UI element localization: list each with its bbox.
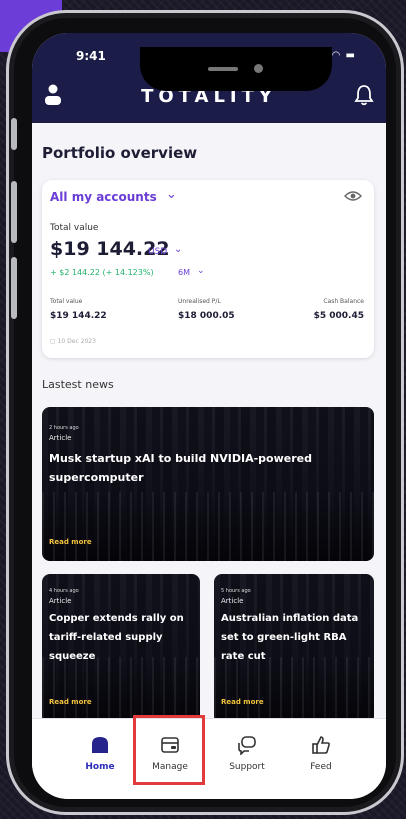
news-category: Article	[221, 597, 244, 605]
nav-label: Feed	[310, 762, 332, 772]
main-content: Portfolio overview All my accounts ⌄ Tot…	[32, 123, 386, 719]
nav-label: Home	[85, 762, 115, 772]
news-title: Lastest news	[42, 378, 114, 391]
wallet-icon	[161, 737, 179, 753]
news-headline: Copper extends rally on tariff-related s…	[49, 613, 184, 662]
portfolio-title: Portfolio overview	[42, 144, 198, 162]
portfolio-card: All my accounts ⌄ Total value $19 144.22…	[42, 180, 374, 358]
thumbs-up-icon	[312, 736, 330, 754]
chevron-down-icon[interactable]: ⌄	[174, 244, 182, 255]
chevron-down-icon[interactable]: ⌄	[197, 266, 205, 276]
side-button	[11, 181, 17, 243]
news-image	[42, 491, 374, 561]
currency-selector[interactable]: USD	[148, 247, 167, 257]
news-category: Article	[49, 597, 72, 605]
stat-label: Total value	[50, 298, 83, 305]
news-time: 4 hours ago	[49, 588, 79, 594]
chat-icon	[238, 736, 256, 755]
side-button	[11, 257, 17, 319]
side-button	[11, 118, 17, 150]
battery-icon: ▬	[345, 50, 356, 61]
news-headline: Australian inflation data set to green-l…	[221, 613, 359, 662]
nav-manage[interactable]: Manage	[135, 719, 205, 799]
card-date: ▢ 10 Dec 2023	[50, 338, 96, 345]
calendar-icon: ▢	[50, 338, 56, 345]
stat-value: $18 000.05	[178, 311, 235, 321]
stat-label: Cash Balance	[323, 298, 364, 305]
bottom-nav: Home Manage Support Feed	[32, 718, 386, 799]
nav-label: Support	[229, 762, 265, 772]
bell-icon[interactable]	[354, 84, 374, 106]
chevron-down-icon[interactable]: ⌄	[166, 187, 177, 202]
news-card[interactable]: 5 hours ago Article Australian inflation…	[214, 574, 374, 719]
stat-value: $5 000.45	[313, 311, 364, 321]
eye-icon[interactable]	[344, 190, 362, 202]
news-time: 2 hours ago	[49, 425, 79, 431]
app-screen: 9:41 ▂▄▆ ◠ ▬ TOTALITY Portfolio overview…	[32, 33, 386, 799]
status-time: 9:41	[76, 49, 106, 63]
news-category: Article	[49, 434, 72, 442]
camera	[254, 64, 263, 73]
phone-notch	[140, 47, 332, 91]
news-headline: Musk startup xAI to build NVIDIA-powered…	[49, 452, 312, 484]
stat-label: Unrealised P/L	[178, 298, 221, 305]
wifi-icon: ◠	[331, 50, 342, 61]
news-time: 5 hours ago	[221, 588, 251, 594]
account-selector[interactable]: All my accounts	[50, 190, 157, 204]
nav-home[interactable]: Home	[65, 719, 135, 799]
news-card[interactable]: 2 hours ago Article Musk startup xAI to …	[42, 407, 374, 561]
read-more-link[interactable]: Read more	[221, 698, 264, 706]
nav-label: Manage	[152, 762, 188, 772]
total-value-label: Total value	[50, 223, 99, 233]
stat-value: $19 144.22	[50, 311, 107, 321]
nav-feed[interactable]: Feed	[286, 719, 356, 799]
news-card[interactable]: 4 hours ago Article Copper extends rally…	[42, 574, 200, 719]
nav-support[interactable]: Support	[212, 719, 282, 799]
read-more-link[interactable]: Read more	[49, 698, 92, 706]
gain-value: + $2 144.22 (+ 14.123%)	[50, 268, 154, 277]
read-more-link[interactable]: Read more	[49, 538, 92, 546]
home-icon	[92, 737, 108, 753]
period-selector[interactable]: 6M	[178, 268, 190, 277]
date-text: 10 Dec 2023	[57, 338, 96, 345]
speaker	[208, 67, 238, 71]
